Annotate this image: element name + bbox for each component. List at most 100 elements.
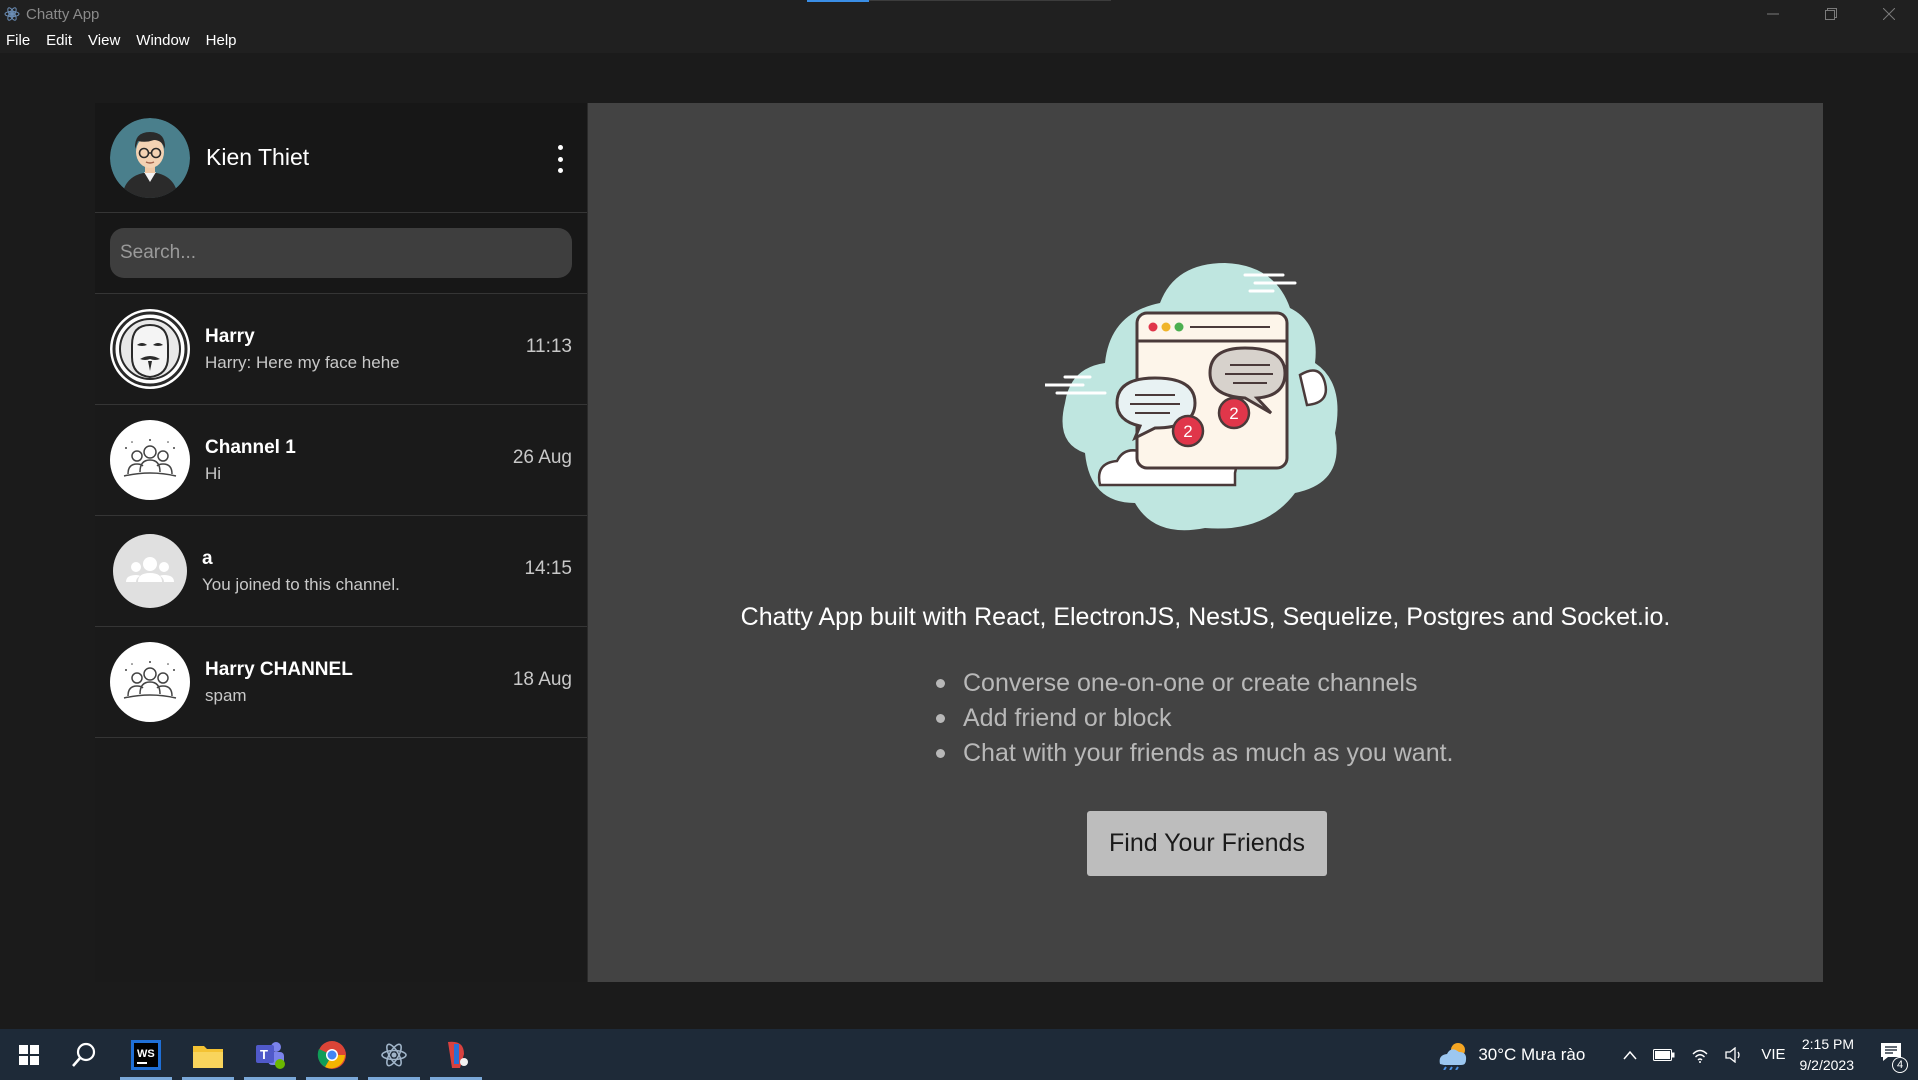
conversation-avatar <box>110 420 190 500</box>
weather-rain-icon <box>1439 1042 1467 1070</box>
conversation-last-message: spam <box>205 685 247 705</box>
title-accent-line <box>807 0 869 2</box>
feature-item: Chat with your friends as much as you wa… <box>936 736 1454 771</box>
menu-window[interactable]: Window <box>136 32 189 49</box>
folder-icon <box>193 1045 223 1068</box>
user-name: Kien Thiet <box>206 144 310 170</box>
clock-date: 9/2/2023 <box>1799 1056 1855 1073</box>
conversation-last-message: You joined to this channel. <box>202 574 400 594</box>
minimize-icon <box>1767 13 1779 15</box>
volume-indicator[interactable] <box>1725 1046 1743 1063</box>
profile-header: Kien Thiet <box>95 103 587 213</box>
feature-list: Converse one-on-one or create channels A… <box>936 666 1454 771</box>
taskbar-app-explorer[interactable] <box>182 1029 234 1080</box>
app-body: Kien Thiet Harry <box>0 53 1918 1029</box>
more-options-dot <box>557 168 563 173</box>
conversation-text: Harry CHANNEL spam <box>205 659 353 706</box>
more-options-icon <box>557 145 563 150</box>
conversation-time: 18 Aug <box>512 669 572 690</box>
title-divider-line <box>869 0 1111 1</box>
title-bar: Chatty App <box>0 0 1918 28</box>
window-controls <box>1744 0 1918 28</box>
taskbar-app-electron[interactable] <box>368 1029 420 1080</box>
badge-left-text: 2 <box>1183 422 1192 441</box>
chevron-up-icon <box>1623 1050 1637 1059</box>
start-button[interactable] <box>0 1029 58 1080</box>
group-icon <box>123 439 177 477</box>
search-icon <box>72 1042 96 1067</box>
show-hidden-icons-button[interactable] <box>1623 1050 1637 1060</box>
conversation-last-message: Harry: Here my face hehe <box>205 352 400 372</box>
conversation-time: 11:13 <box>525 336 572 357</box>
conversation-time: 14:15 <box>524 558 572 579</box>
battery-indicator[interactable] <box>1653 1048 1675 1061</box>
conversation-last-message: Hi <box>205 463 222 483</box>
taskbar-app-webstorm[interactable]: WS <box>120 1029 172 1080</box>
close-button[interactable] <box>1860 0 1918 28</box>
feature-item: Converse one-on-one or create channels <box>936 666 1454 701</box>
taskbar-app-chrome[interactable] <box>306 1029 358 1080</box>
search-container <box>95 213 587 294</box>
search-input[interactable] <box>110 228 572 278</box>
notification-center-button[interactable]: 4 <box>1880 1042 1908 1073</box>
badge-right-text: 2 <box>1229 404 1238 423</box>
network-indicator[interactable] <box>1691 1047 1709 1063</box>
window-title: Chatty App <box>26 5 100 23</box>
minimize-button[interactable] <box>1744 0 1802 28</box>
user-avatar[interactable] <box>110 117 190 198</box>
conversation-avatar <box>110 642 190 722</box>
speaker-icon <box>1725 1046 1740 1063</box>
menu-edit[interactable]: Edit <box>46 32 72 49</box>
conversation-time: 26 Aug <box>512 447 572 468</box>
restore-icon <box>1825 8 1837 20</box>
chat-illustration: 2 2 <box>1045 263 1338 531</box>
weather-text[interactable]: 30°C Mưa rào <box>1478 1045 1585 1065</box>
feature-item: Add friend or block <box>936 701 1454 736</box>
svg-text:T: T <box>260 1047 268 1062</box>
battery-icon <box>1653 1048 1675 1061</box>
menu-help[interactable]: Help <box>206 32 237 49</box>
conversation-name: a <box>202 547 213 569</box>
menu-file[interactable]: File <box>6 32 30 49</box>
find-friends-button[interactable]: Find Your Friends <box>1087 811 1327 876</box>
conversation-item[interactable]: Channel 1 Hi 26 Aug <box>95 405 587 516</box>
more-options-button[interactable] <box>555 145 565 173</box>
user-avatar-icon <box>110 117 190 198</box>
group-solid-icon <box>126 557 174 582</box>
clock[interactable]: 2:15 PM 9/2/2023 <box>1800 1034 1855 1076</box>
group-icon <box>123 661 177 699</box>
windows-logo-icon <box>19 1044 39 1065</box>
svg-text:WS: WS <box>137 1048 155 1060</box>
conversation-item[interactable]: Harry CHANNEL spam 18 Aug <box>95 627 587 738</box>
more-options-dot <box>557 156 563 162</box>
sidebar: Kien Thiet Harry <box>95 103 588 982</box>
webstorm-icon: WS <box>131 1039 161 1070</box>
menu-view[interactable]: View <box>88 32 120 49</box>
conversation-text: a You joined to this channel. <box>202 548 400 595</box>
restore-button[interactable] <box>1802 0 1860 28</box>
close-icon <box>1883 8 1895 20</box>
conversation-avatar <box>110 309 190 389</box>
search-taskbar-button[interactable] <box>58 1029 110 1080</box>
notification-count-badge: 4 <box>1892 1057 1908 1073</box>
clock-time: 2:15 PM <box>1801 1035 1854 1052</box>
taskbar-app-paint[interactable] <box>430 1029 482 1080</box>
conversation-name: Channel 1 <box>205 436 296 458</box>
teams-icon: T <box>256 1041 285 1069</box>
conversation-text: Harry Harry: Here my face hehe <box>205 326 400 373</box>
paint-icon <box>448 1041 468 1068</box>
chrome-icon <box>317 1040 346 1069</box>
taskbar: WS T 30°C Mưa rào VIE 2:15 PM 9/2/2023 4 <box>0 1029 1918 1080</box>
menu-bar: File Edit View Window Help <box>0 28 1918 53</box>
system-tray: 30°C Mưa rào VIE 2:15 PM 9/2/2023 4 <box>1436 1029 1918 1080</box>
conversation-item[interactable]: Harry Harry: Here my face hehe 11:13 <box>95 294 587 405</box>
conversation-avatar <box>113 534 187 608</box>
welcome-headline: Chatty App built with React, ElectronJS,… <box>740 603 1671 631</box>
taskbar-app-teams[interactable]: T <box>244 1029 296 1080</box>
conversation-text: Channel 1 Hi <box>205 437 296 484</box>
app-logo-icon <box>4 7 20 21</box>
electron-icon <box>381 1043 407 1066</box>
conversation-item[interactable]: a You joined to this channel. 14:15 <box>95 516 587 627</box>
language-indicator[interactable]: VIE <box>1761 1046 1785 1063</box>
conversation-name: Harry <box>205 325 255 347</box>
